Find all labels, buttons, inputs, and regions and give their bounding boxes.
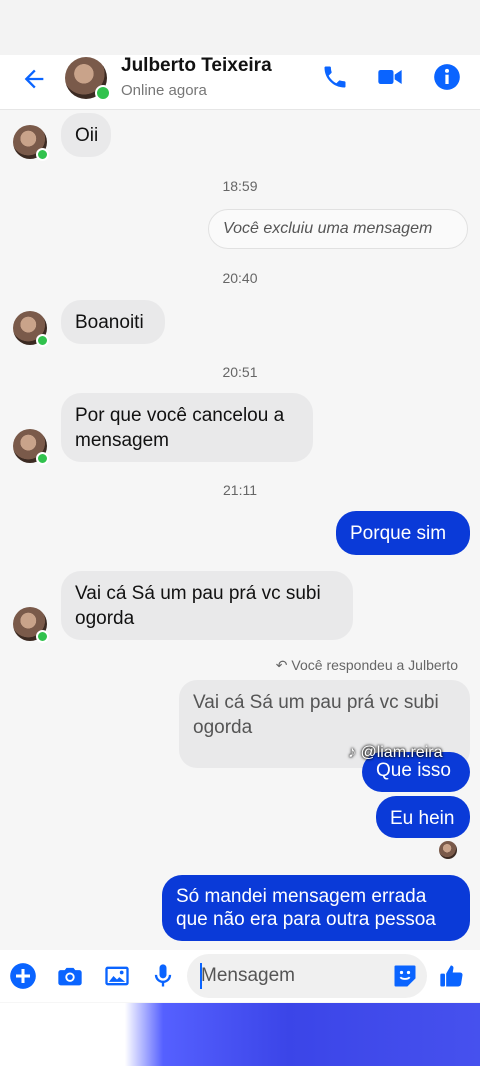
incoming-message[interactable]: Boanoiti bbox=[61, 300, 165, 344]
sender-avatar[interactable] bbox=[13, 125, 49, 161]
timestamp: 20:40 bbox=[222, 270, 258, 286]
message-composer: Mensagem bbox=[0, 950, 480, 1002]
deleted-message-notice: Você excluiu uma mensagem bbox=[208, 209, 468, 249]
phone-icon[interactable] bbox=[321, 63, 349, 91]
tiktok-logo-icon: ♪ bbox=[348, 744, 356, 761]
info-icon[interactable] bbox=[433, 63, 461, 91]
sender-avatar[interactable] bbox=[13, 311, 49, 347]
contact-status: Online agora bbox=[121, 82, 207, 99]
status-bar-area bbox=[0, 0, 480, 62]
plus-icon[interactable] bbox=[9, 962, 37, 990]
back-arrow-icon[interactable] bbox=[20, 65, 48, 93]
timestamp: 21:11 bbox=[223, 482, 257, 498]
watermark-text: @liam.reira bbox=[360, 744, 443, 761]
incoming-message[interactable]: Vai cá Sá um pau prá vc subi ogorda bbox=[61, 571, 353, 640]
outgoing-message[interactable]: Porque sim bbox=[336, 511, 470, 555]
tiktok-watermark: ♪ @liam.reira bbox=[348, 744, 442, 762]
incoming-message[interactable]: Oii bbox=[61, 113, 111, 157]
timestamp: 20:51 bbox=[222, 364, 258, 380]
timestamp: 18:59 bbox=[222, 178, 258, 194]
microphone-icon[interactable] bbox=[149, 962, 177, 990]
camera-icon[interactable] bbox=[56, 962, 84, 990]
thumbs-up-icon[interactable] bbox=[438, 962, 466, 990]
outgoing-message[interactable]: Eu hein bbox=[376, 796, 470, 838]
sender-avatar[interactable] bbox=[13, 607, 49, 643]
bottom-overlay-band bbox=[0, 1003, 480, 1066]
gallery-icon[interactable] bbox=[103, 962, 131, 990]
sender-avatar[interactable] bbox=[13, 429, 49, 465]
video-call-icon[interactable] bbox=[376, 63, 404, 91]
chat-header: Julberto Teixeira Online agora bbox=[0, 55, 480, 110]
incoming-message[interactable]: Por que você cancelou a mensagem bbox=[61, 393, 313, 462]
outgoing-message[interactable]: Só mandei mensagem errada que não era pa… bbox=[162, 875, 470, 941]
online-indicator bbox=[95, 85, 111, 101]
reply-label: ↶ Você respondeu a Julberto bbox=[276, 657, 458, 674]
text-cursor bbox=[200, 963, 202, 989]
seen-receipt-avatar bbox=[439, 841, 457, 859]
reply-label-text: Você respondeu a Julberto bbox=[291, 657, 458, 673]
reply-arrow-icon: ↶ bbox=[275, 657, 288, 673]
contact-name[interactable]: Julberto Teixeira bbox=[121, 55, 272, 77]
sticker-icon[interactable] bbox=[391, 962, 419, 990]
